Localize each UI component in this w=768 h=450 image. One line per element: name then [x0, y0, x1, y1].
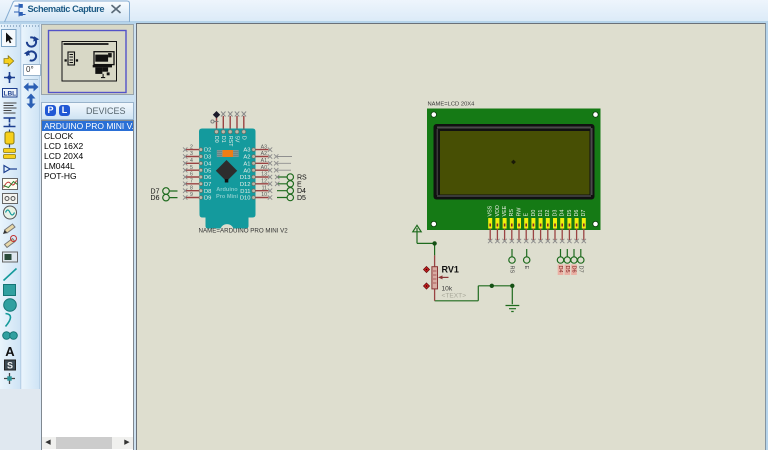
- svg-text:S: S: [7, 361, 13, 371]
- svg-text:D0: D0: [213, 136, 219, 143]
- svg-text:D0: D0: [531, 210, 537, 217]
- svg-text:A1: A1: [243, 161, 250, 167]
- svg-text:D11: D11: [240, 189, 250, 195]
- svg-text:A: A: [5, 344, 15, 359]
- svg-text:A0: A0: [261, 165, 267, 171]
- svg-text:A3: A3: [261, 144, 267, 150]
- svg-text:D9: D9: [204, 196, 211, 202]
- svg-text:D7: D7: [581, 210, 587, 217]
- svg-text:D: D: [240, 136, 246, 140]
- svg-text:RV1: RV1: [442, 265, 459, 275]
- svg-text:D7: D7: [204, 182, 211, 188]
- svg-text:Arduino: Arduino: [216, 187, 238, 193]
- svg-text:<TEXT>: <TEXT>: [442, 293, 467, 300]
- svg-text:3: 3: [190, 151, 193, 157]
- svg-text:Pro Mini: Pro Mini: [216, 194, 239, 200]
- svg-text:9: 9: [190, 192, 193, 198]
- svg-text:E: E: [524, 213, 530, 217]
- svg-text:D6: D6: [574, 210, 580, 217]
- svg-text:D4: D4: [560, 210, 566, 217]
- svg-text:7: 7: [190, 179, 193, 185]
- svg-text:D3: D3: [552, 210, 558, 217]
- svg-text:A1: A1: [261, 158, 267, 164]
- svg-text:D5: D5: [297, 195, 306, 202]
- svg-text:D5: D5: [567, 210, 573, 217]
- svg-text:D5: D5: [564, 266, 570, 273]
- svg-text:D2: D2: [204, 148, 211, 154]
- svg-text:A2: A2: [243, 155, 250, 161]
- svg-text:E: E: [523, 266, 529, 270]
- svg-text:10k: 10k: [442, 286, 453, 293]
- svg-text:D2: D2: [545, 210, 551, 217]
- svg-text:NAME=ARDUINO PRO MINI V2: NAME=ARDUINO PRO MINI V2: [199, 228, 289, 235]
- svg-text:RS: RS: [509, 209, 515, 217]
- svg-text:10: 10: [261, 192, 267, 198]
- svg-text:LBL: LBL: [3, 91, 16, 98]
- svg-text:6: 6: [190, 172, 193, 178]
- svg-text:VDD: VDD: [495, 205, 501, 216]
- svg-text:2: 2: [190, 144, 193, 150]
- svg-text:D6: D6: [151, 195, 160, 202]
- svg-text:D4: D4: [557, 266, 563, 273]
- svg-text:D13: D13: [240, 175, 251, 181]
- svg-text:D1: D1: [538, 210, 544, 217]
- svg-text:D6: D6: [571, 266, 577, 273]
- svg-text:D8: D8: [204, 189, 211, 195]
- svg-text:5: 5: [190, 165, 193, 171]
- svg-text:RS: RS: [509, 266, 515, 274]
- svg-text:VEE: VEE: [502, 205, 508, 216]
- svg-text:D10: D10: [240, 196, 251, 202]
- svg-text:D12: D12: [240, 182, 251, 188]
- svg-text:NAME=LCD 20X4: NAME=LCD 20X4: [428, 102, 476, 108]
- svg-text:RST: RST: [227, 136, 233, 147]
- svg-text:D7: D7: [577, 266, 583, 273]
- svg-text:A0: A0: [243, 168, 250, 174]
- svg-text:4: 4: [190, 158, 193, 164]
- svg-text:12: 12: [261, 179, 267, 185]
- svg-text:VSS: VSS: [488, 205, 494, 216]
- svg-text:RW: RW: [516, 207, 522, 217]
- svg-text:D1: D1: [220, 136, 226, 143]
- svg-text:11: 11: [262, 185, 267, 191]
- svg-text:A2: A2: [261, 151, 267, 157]
- svg-text:D4: D4: [204, 161, 212, 167]
- svg-text:8: 8: [190, 185, 193, 191]
- svg-text:D6: D6: [204, 175, 211, 181]
- svg-text:D5: D5: [204, 168, 211, 174]
- svg-text:D3: D3: [204, 155, 211, 161]
- svg-text:A3: A3: [243, 148, 250, 154]
- svg-text:5V: 5V: [234, 136, 240, 143]
- svg-text:13: 13: [261, 172, 267, 178]
